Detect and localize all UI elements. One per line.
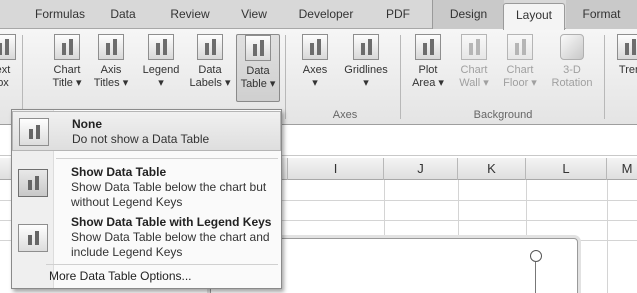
column-header-j[interactable]: J <box>384 158 458 180</box>
trendline-label: Tren <box>618 64 637 76</box>
data-labels-label: Data Labels ▾ <box>189 64 231 89</box>
menu-item-none[interactable]: None Do not show a Data Table <box>12 111 281 151</box>
gridlines-label: Gridlines ▾ <box>344 64 388 89</box>
axis-titles-button[interactable]: Axis Titles ▾ <box>90 34 132 102</box>
menu-item-show-data-table[interactable]: Show Data Table Show Data Table below th… <box>12 163 281 215</box>
chart-floor-label: Chart Floor ▾ <box>503 64 537 89</box>
show-data-table-icon <box>18 169 48 197</box>
text-box-button[interactable]: ext ox <box>0 34 18 102</box>
tab-pdf[interactable]: PDF <box>378 5 418 29</box>
data-table-menu: None Do not show a Data Table Show Data … <box>11 109 282 289</box>
group-label-axes: Axes <box>332 109 358 121</box>
data-table-button[interactable]: Data Table ▾ <box>236 34 280 102</box>
column-gridline <box>607 180 608 293</box>
column-header-m[interactable]: M <box>607 158 637 180</box>
tab-layout[interactable]: Layout <box>503 3 565 30</box>
menu-item-legend-title: Show Data Table with Legend Keys <box>71 215 272 229</box>
tab-format[interactable]: Format <box>566 0 637 29</box>
chart-resize-handle[interactable] <box>530 250 542 262</box>
menu-item-none-desc: Do not show a Data Table <box>72 132 210 146</box>
3d-rotation-button[interactable]: 3-D Rotation <box>546 34 598 102</box>
chart-floor-button[interactable]: Chart Floor ▾ <box>498 34 542 102</box>
chart-wall-label: Chart Wall ▾ <box>459 64 489 89</box>
tab-design[interactable]: Design <box>432 0 504 29</box>
data-table-legend-keys-icon <box>18 224 48 252</box>
text-box-icon <box>0 34 16 60</box>
tab-review[interactable]: Review <box>163 5 217 29</box>
3d-rotation-label: 3-D Rotation <box>551 64 593 89</box>
plot-area-icon <box>415 34 441 60</box>
column-header-k[interactable]: K <box>458 158 526 180</box>
gridlines-icon <box>353 34 379 60</box>
axes-label: Axes ▾ <box>302 64 328 89</box>
menu-item-more-label: More Data Table Options... <box>49 269 192 283</box>
column-header-i[interactable]: I <box>288 158 384 180</box>
tab-developer[interactable]: Developer <box>290 5 362 29</box>
gridlines-button[interactable]: Gridlines ▾ <box>338 34 394 102</box>
tab-formulas[interactable]: Formulas <box>30 5 90 29</box>
data-labels-button[interactable]: Data Labels ▾ <box>188 34 232 102</box>
group-separator <box>604 35 605 119</box>
group-separator <box>285 35 286 119</box>
chart-handle-line <box>535 262 536 293</box>
axis-titles-icon <box>98 34 124 60</box>
plot-area-label: Plot Area ▾ <box>412 64 444 89</box>
plot-area-button[interactable]: Plot Area ▾ <box>408 34 448 102</box>
data-table-icon <box>245 35 271 61</box>
tab-view[interactable]: View <box>234 5 274 29</box>
menu-separator <box>56 158 278 159</box>
legend-label: Legend ▾ <box>142 64 180 89</box>
tab-data[interactable]: Data <box>103 5 143 29</box>
menu-item-show-title: Show Data Table <box>71 165 167 179</box>
column-header-l[interactable]: L <box>526 158 607 180</box>
no-data-table-icon <box>19 118 49 146</box>
axes-button[interactable]: Axes ▾ <box>296 34 334 102</box>
chart-title-button[interactable]: Chart Title ▾ <box>48 34 86 102</box>
trendline-icon <box>617 34 637 60</box>
axes-icon <box>302 34 328 60</box>
chart-floor-icon <box>507 34 533 60</box>
chart-wall-icon <box>461 34 487 60</box>
menu-item-legend-desc: Show Data Table below the chart and incl… <box>71 230 270 259</box>
chart-title-icon <box>54 34 80 60</box>
menu-item-more-options[interactable]: More Data Table Options... <box>12 265 281 287</box>
cube-icon <box>560 34 584 60</box>
excel-window: Formulas Data Review View Developer PDF … <box>0 0 637 293</box>
group-separator <box>400 35 401 119</box>
axis-titles-label: Axis Titles ▾ <box>93 64 129 89</box>
ribbon-tab-bar: Formulas Data Review View Developer PDF … <box>0 0 637 30</box>
group-separator <box>22 35 23 119</box>
trendline-button[interactable]: Tren <box>610 34 637 102</box>
legend-icon <box>148 34 174 60</box>
data-labels-icon <box>197 34 223 60</box>
menu-item-none-title: None <box>72 117 102 131</box>
menu-item-show-desc: Show Data Table below the chart but with… <box>71 180 267 209</box>
data-table-label: Data Table ▾ <box>240 65 276 90</box>
group-label-background: Background <box>473 109 533 121</box>
chart-title-label: Chart Title ▾ <box>52 64 82 89</box>
menu-item-show-data-table-legend-keys[interactable]: Show Data Table with Legend Keys Show Da… <box>12 214 281 264</box>
legend-button[interactable]: Legend ▾ <box>138 34 184 102</box>
text-box-label: ext ox <box>0 64 11 89</box>
chart-wall-button[interactable]: Chart Wall ▾ <box>454 34 494 102</box>
